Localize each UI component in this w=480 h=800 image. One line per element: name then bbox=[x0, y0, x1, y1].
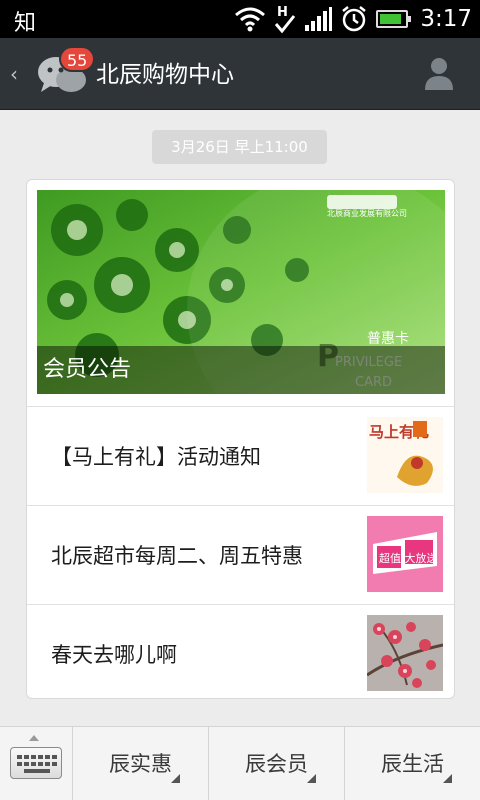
card-brand-text: 北辰商业发展有限公司 bbox=[327, 208, 407, 218]
article-item[interactable]: 北辰超市每周二、周五特惠 超值 大放送 bbox=[27, 505, 454, 604]
unread-badge: 55 bbox=[59, 46, 96, 72]
status-bar: 知 H 3:17 bbox=[0, 0, 480, 38]
article-card: 北辰商业发展有限公司 普惠卡 P PRIVILEGE CARD 会员公告 【马上… bbox=[26, 179, 455, 699]
menu-button-chen-shenghuo[interactable]: 辰生活 bbox=[344, 727, 480, 800]
status-time: 3:17 bbox=[420, 6, 472, 32]
submenu-indicator-icon bbox=[171, 774, 180, 783]
person-icon[interactable] bbox=[424, 56, 454, 90]
message-timestamp: 3月26日 早上11:00 bbox=[152, 130, 327, 164]
keyboard-toggle-button[interactable] bbox=[0, 727, 72, 800]
menu-label: 辰实惠 bbox=[109, 752, 172, 776]
signal-icon bbox=[305, 7, 333, 31]
hsdpa-icon: H bbox=[275, 5, 296, 34]
article-item[interactable]: 【马上有礼】活动通知 马上有礼 bbox=[27, 406, 454, 505]
hero-article[interactable]: 北辰商业发展有限公司 普惠卡 P PRIVILEGE CARD 会员公告 bbox=[37, 190, 445, 394]
wifi-icon bbox=[235, 7, 266, 32]
hero-caption: 会员公告 bbox=[37, 346, 445, 394]
article-thumbnail: 超值 大放送 bbox=[367, 516, 443, 592]
menu-button-chen-huiyuan[interactable]: 辰会员 bbox=[208, 727, 344, 800]
article-title: 【马上有礼】活动通知 bbox=[51, 445, 261, 469]
article-item[interactable]: 春天去哪儿啊 bbox=[27, 604, 454, 698]
keyboard-icon bbox=[10, 747, 62, 779]
submenu-indicator-icon bbox=[443, 774, 452, 783]
card-label: 普惠卡 bbox=[367, 331, 409, 347]
battery-icon bbox=[376, 10, 412, 28]
menu-label: 辰生活 bbox=[381, 752, 444, 776]
page-title: 北辰购物中心 bbox=[96, 62, 234, 88]
chevron-up-icon bbox=[29, 735, 39, 741]
article-title: 春天去哪儿啊 bbox=[51, 643, 177, 667]
status-icons: H 3:17 bbox=[234, 0, 472, 38]
svg-text:H: H bbox=[277, 5, 288, 20]
article-thumbnail bbox=[367, 615, 443, 691]
alarm-icon bbox=[342, 6, 367, 32]
menu-label: 辰会员 bbox=[245, 752, 308, 776]
submenu-indicator-icon bbox=[307, 774, 316, 783]
app-notification-icon: 知 bbox=[14, 11, 37, 36]
bottom-menu-bar: 辰实惠 辰会员 辰生活 bbox=[0, 726, 480, 800]
article-thumbnail: 马上有礼 bbox=[367, 417, 443, 493]
svg-text:超值 大放送: 超值 大放送 bbox=[379, 551, 438, 565]
article-title: 北辰超市每周二、周五特惠 bbox=[51, 544, 303, 568]
chevron-left-icon[interactable]: ‹ bbox=[10, 62, 18, 86]
title-bar: ‹ 55 北辰购物中心 bbox=[0, 38, 480, 110]
menu-button-chen-shihui[interactable]: 辰实惠 bbox=[72, 727, 208, 800]
